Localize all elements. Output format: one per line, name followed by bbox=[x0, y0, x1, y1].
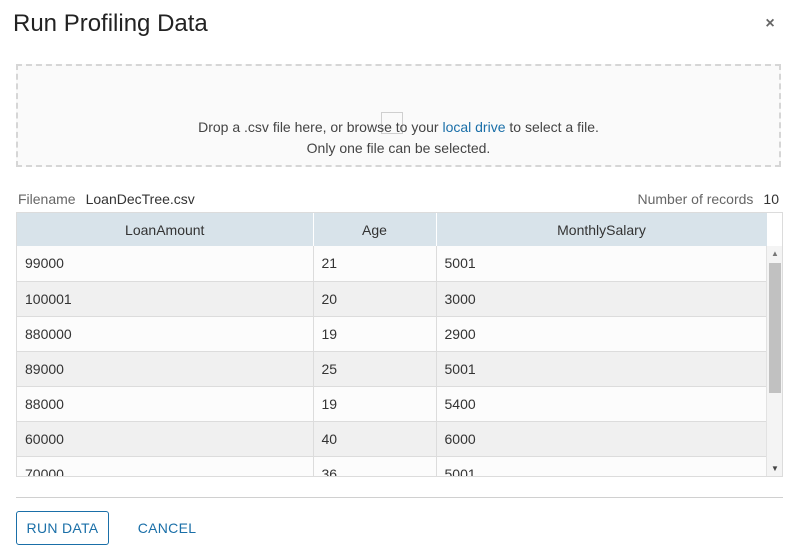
scroll-thumb[interactable] bbox=[769, 263, 781, 393]
vertical-scrollbar[interactable]: ▲ ▼ bbox=[766, 246, 782, 476]
table-cell: 5001 bbox=[436, 351, 768, 387]
table-cell: 5400 bbox=[436, 386, 768, 422]
table-cell: 2900 bbox=[436, 316, 768, 352]
table-row: 89000 25 5001 bbox=[17, 351, 768, 387]
filename-info: Filename LoanDecTree.csv bbox=[18, 191, 195, 207]
run-data-button[interactable]: RUN DATA bbox=[16, 511, 109, 545]
run-profiling-dialog: Run Profiling Data × Drop a .csv file he… bbox=[0, 0, 798, 558]
table-cell: 36 bbox=[313, 456, 437, 476]
table-row: 100001 20 3000 bbox=[17, 281, 768, 317]
footer-divider bbox=[16, 497, 783, 498]
table-cell: 3000 bbox=[436, 281, 768, 317]
cancel-button[interactable]: CANCEL bbox=[132, 511, 202, 545]
table-cell: 5001 bbox=[436, 456, 768, 476]
table-row: 70000 36 5001 bbox=[17, 456, 768, 476]
local-drive-link[interactable]: local drive bbox=[442, 119, 505, 135]
filename-value: LoanDecTree.csv bbox=[85, 191, 195, 207]
table-cell: 19 bbox=[313, 386, 437, 422]
table-cell: 60000 bbox=[17, 421, 314, 457]
data-preview-table[interactable]: LoanAmount Age MonthlySalary 99000 21 50… bbox=[16, 212, 783, 477]
table-row: 60000 40 6000 bbox=[17, 421, 768, 457]
table-cell: 88000 bbox=[17, 386, 314, 422]
table-row: 880000 19 2900 bbox=[17, 316, 768, 352]
table-cell: 20 bbox=[313, 281, 437, 317]
column-header: Age bbox=[313, 213, 437, 246]
table-cell: 19 bbox=[313, 316, 437, 352]
table-cell: 40 bbox=[313, 421, 437, 457]
dialog-title: Run Profiling Data bbox=[13, 10, 208, 37]
records-value: 10 bbox=[763, 191, 779, 207]
records-info: Number of records 10 bbox=[637, 191, 779, 207]
dropzone-text-before: Drop a .csv file here, or browse to your bbox=[198, 119, 443, 135]
table-cell: 25 bbox=[313, 351, 437, 387]
column-header: LoanAmount bbox=[17, 213, 314, 246]
table-cell: 880000 bbox=[17, 316, 314, 352]
table-cell: 5001 bbox=[436, 246, 768, 282]
table-row: 88000 19 5400 bbox=[17, 386, 768, 422]
table-cell: 70000 bbox=[17, 456, 314, 476]
table-cell: 99000 bbox=[17, 246, 314, 282]
table-cell: 100001 bbox=[17, 281, 314, 317]
scroll-up-icon[interactable]: ▲ bbox=[767, 248, 782, 260]
dropzone-text-after: to select a file. bbox=[505, 119, 599, 135]
filename-label: Filename bbox=[18, 191, 76, 207]
close-icon[interactable]: × bbox=[761, 15, 779, 33]
table-cell: 6000 bbox=[436, 421, 768, 457]
table-header-row: LoanAmount Age MonthlySalary bbox=[17, 213, 768, 246]
dropzone-note: Only one file can be selected. bbox=[306, 140, 491, 156]
column-header: MonthlySalary bbox=[436, 213, 768, 246]
table-cell: 21 bbox=[313, 246, 437, 282]
scroll-down-icon[interactable]: ▼ bbox=[767, 463, 782, 475]
table-row: 99000 21 5001 bbox=[17, 246, 768, 282]
table-cell: 89000 bbox=[17, 351, 314, 387]
records-label: Number of records bbox=[637, 191, 754, 207]
dropzone-instructions: Drop a .csv file here, or browse to your… bbox=[18, 119, 779, 135]
file-dropzone[interactable]: Drop a .csv file here, or browse to your… bbox=[16, 64, 781, 167]
